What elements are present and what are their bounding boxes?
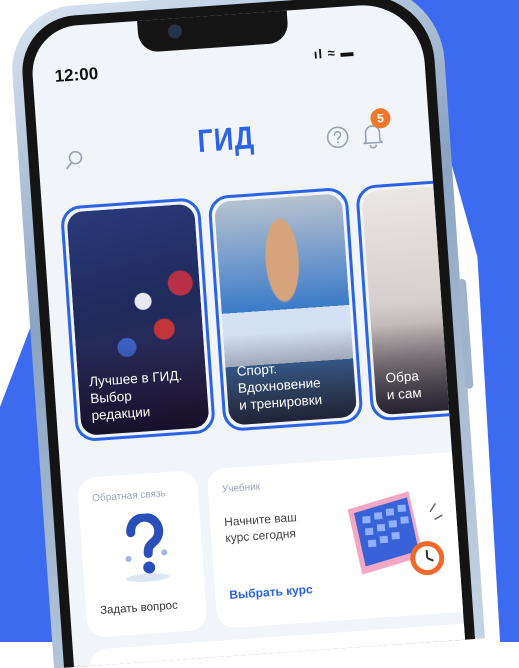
course-description: Начните ваш курс сегодня — [224, 507, 336, 547]
app-logo: ГИД — [196, 119, 256, 160]
story-card-editors-choice[interactable]: Лучшее в ГИД. Выбор редакции — [59, 197, 216, 443]
status-time: 12:00 — [54, 63, 99, 86]
calendar-clock-illustration — [347, 491, 445, 576]
phone-frame: 12:00 ıl ≈ ▬ ГИД 5 Лучшее в ГИД. Выбор р… — [8, 0, 485, 668]
phone-screen: 12:00 ıl ≈ ▬ ГИД 5 Лучшее в ГИД. Выбор р… — [29, 1, 466, 667]
question-mark-illustration — [125, 512, 170, 582]
notification-badge: 5 — [369, 107, 392, 129]
course-label: Учебник — [221, 481, 261, 496]
story-card-sport[interactable]: Спорт. Вдохновение и тренировки — [207, 186, 364, 432]
ask-question-link[interactable]: Задать вопрос — [100, 600, 178, 617]
notch — [136, 8, 289, 53]
help-icon[interactable] — [325, 125, 351, 151]
course-card[interactable]: Учебник Начните ваш курс сегодня Выбрать… — [206, 451, 466, 629]
story-title: Обра и сам — [385, 367, 422, 403]
side-button — [457, 278, 474, 390]
choose-course-link[interactable]: Выбрать курс — [229, 582, 313, 602]
story-card-partial[interactable]: Обра и сам — [355, 176, 466, 422]
camera-icon — [167, 23, 183, 39]
story-title: Спорт. Вдохновение и тренировки — [236, 357, 322, 414]
stories-carousel[interactable]: Лучшее в ГИД. Выбор редакции Спорт. Вдох… — [59, 176, 466, 446]
status-icons: ıl ≈ ▬ — [313, 43, 355, 62]
search-icon[interactable] — [64, 149, 85, 170]
story-title: Лучшее в ГИД. Выбор редакции — [89, 367, 186, 424]
story-title-line: и сам — [386, 385, 423, 403]
feedback-label: Обратная связь — [91, 488, 167, 505]
feedback-card[interactable]: Обратная связь Задать вопрос — [76, 469, 208, 638]
phone-bezel: 12:00 ıl ≈ ▬ ГИД 5 Лучшее в ГИД. Выбор р… — [18, 0, 476, 668]
